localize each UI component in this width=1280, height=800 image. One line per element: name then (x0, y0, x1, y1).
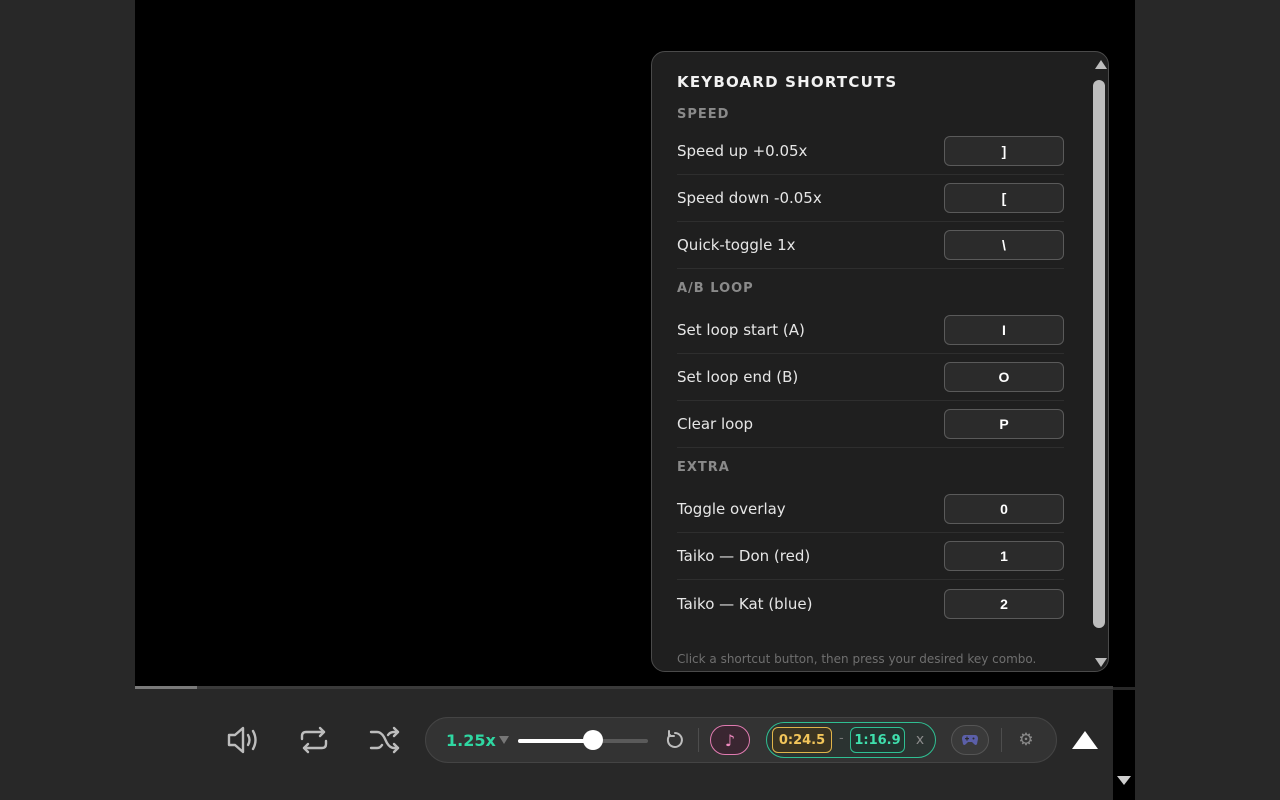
shortcut-row: Taiko — Don (red) 1 (677, 533, 1064, 580)
section-heading-ab-loop: A/B LOOP (677, 281, 754, 296)
shortcut-row: Toggle overlay 0 (677, 486, 1064, 533)
reset-speed-button[interactable] (662, 727, 688, 753)
panel-scrollbar[interactable] (1092, 52, 1108, 671)
collapse-button[interactable] (1070, 729, 1100, 751)
divider (1001, 728, 1002, 752)
loop-clear-button[interactable]: x (912, 730, 928, 750)
reset-speed-icon (666, 730, 683, 748)
volume-button[interactable] (221, 718, 265, 762)
shortcut-row: Taiko — Kat (blue) 2 (677, 580, 1064, 627)
shortcut-key-button[interactable]: [ (944, 183, 1064, 213)
seek-bar[interactable] (135, 686, 1113, 689)
shortcut-key-button[interactable]: \ (944, 230, 1064, 260)
divider (698, 728, 699, 752)
shortcut-label: Clear loop (677, 415, 754, 433)
loop-start-button[interactable]: 0:24.5 (772, 727, 832, 753)
shortcut-label: Taiko — Kat (blue) (677, 594, 813, 613)
shortcut-key-button[interactable]: 0 (944, 494, 1064, 524)
speed-value[interactable]: 1.25x (446, 731, 496, 750)
shortcut-label: Speed down -0.05x (677, 189, 822, 207)
shortcut-row: Speed down -0.05x [ (677, 175, 1064, 222)
shortcut-row: Set loop start (A) I (677, 307, 1064, 354)
panel-hint: Click a shortcut button, then press your… (677, 652, 1037, 666)
shortcuts-list: KEYBOARD SHORTCUTS SPEED Speed up +0.05x… (677, 72, 1064, 627)
speed-dropdown-caret-icon[interactable] (499, 736, 509, 744)
page-scroll-down-arrow[interactable] (1117, 776, 1131, 785)
music-note-button[interactable]: ♪ (710, 725, 750, 755)
shortcut-label: Set loop end (B) (677, 368, 799, 386)
shortcut-key-button[interactable]: 1 (944, 541, 1064, 571)
ab-loop-group: 0:24.5 - 1:16.9 x (766, 722, 936, 758)
shortcut-row: Quick-toggle 1x \ (677, 222, 1064, 269)
shortcut-label: Set loop start (A) (677, 321, 805, 339)
panel-title: KEYBOARD SHORTCUTS (677, 73, 898, 91)
loop-end-button[interactable]: 1:16.9 (850, 727, 905, 753)
shortcut-key-button[interactable]: P (944, 409, 1064, 439)
shortcut-key-button[interactable]: I (944, 315, 1064, 345)
repeat-button[interactable] (292, 718, 336, 762)
gamepad-button[interactable] (951, 725, 989, 755)
shortcut-key-button[interactable]: O (944, 362, 1064, 392)
playback-controls-pill: 1.25x ♪ 0:24.5 - 1:16.9 x ⚙ (425, 717, 1057, 763)
shortcut-label: Quick-toggle 1x (677, 236, 796, 254)
shortcut-label: Toggle overlay (677, 500, 786, 518)
shuffle-button[interactable] (363, 718, 407, 762)
collapse-up-icon (1072, 731, 1098, 749)
section-heading-extra: EXTRA (677, 460, 730, 475)
gear-icon: ⚙ (1018, 730, 1034, 750)
shortcut-row: Set loop end (B) O (677, 354, 1064, 401)
scrollbar-thumb[interactable] (1093, 80, 1105, 628)
shortcut-label: Taiko — Don (red) (677, 547, 811, 565)
shuffle-icon (369, 726, 400, 754)
volume-icon (227, 726, 257, 754)
loop-separator: - (839, 731, 844, 746)
music-note-icon: ♪ (724, 730, 736, 750)
speed-slider-fill (518, 739, 594, 743)
shortcut-row: Speed up +0.05x ] (677, 128, 1064, 175)
shortcut-label: Speed up +0.05x (677, 142, 808, 160)
repeat-icon (300, 726, 328, 754)
section-heading-speed: SPEED (677, 107, 730, 122)
speed-slider-thumb[interactable] (583, 730, 604, 750)
seek-bar-fill (135, 686, 197, 689)
scroll-down-arrow[interactable] (1095, 658, 1107, 667)
shortcut-row: Clear loop P (677, 401, 1064, 448)
gamepad-icon (962, 735, 978, 745)
settings-button[interactable]: ⚙ (1015, 729, 1037, 751)
scroll-up-arrow[interactable] (1095, 60, 1107, 69)
shortcut-key-button[interactable]: ] (944, 136, 1064, 166)
shortcut-key-button[interactable]: 2 (944, 588, 1064, 619)
keyboard-shortcuts-panel: KEYBOARD SHORTCUTS SPEED Speed up +0.05x… (651, 51, 1109, 672)
